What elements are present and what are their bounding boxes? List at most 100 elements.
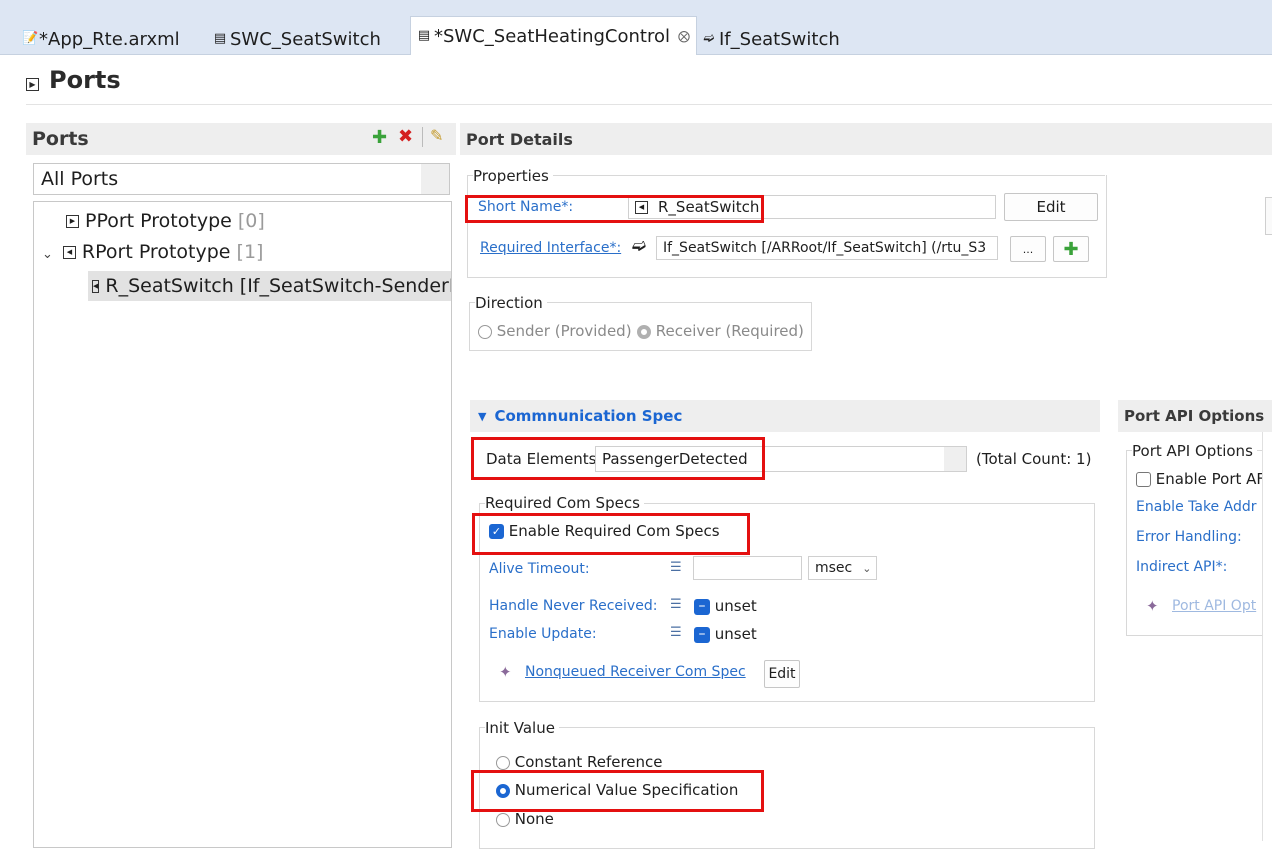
tree-item-pport[interactable]: ▶ PPort Prototype [0] <box>66 210 265 232</box>
tree-item-count: [1] <box>236 241 264 263</box>
close-icon[interactable]: ⨂ <box>678 29 690 43</box>
tab-app-rte[interactable]: 📝 *App_Rte.arxml <box>22 24 180 54</box>
minus-icon: – <box>694 598 710 615</box>
short-name-edit-button[interactable]: Edit <box>1004 193 1098 221</box>
dropdown-arrow[interactable] <box>421 164 449 194</box>
component-icon: ▤ <box>213 31 227 46</box>
handle-never-received-label[interactable]: Handle Never Received: <box>489 598 657 614</box>
radio-icon <box>478 324 492 339</box>
tab-label: SWC_SeatSwitch <box>230 28 381 50</box>
tab-if-seatswitch[interactable]: ➫ If_SeatSwitch <box>702 24 840 54</box>
unit-select[interactable]: msec ⌄ <box>808 556 877 580</box>
communication-spec-title: Commnunication Spec <box>494 407 683 425</box>
collapse-toggle-icon[interactable]: ▶ <box>26 77 39 91</box>
pport-icon: ▶ <box>66 215 79 228</box>
radio-icon <box>637 324 651 339</box>
add-interface-button[interactable]: ✚ <box>1053 236 1089 262</box>
radio-icon <box>496 812 510 827</box>
add-icon[interactable]: ✚ <box>372 127 387 148</box>
edit-icon[interactable]: ✎ <box>430 126 443 145</box>
tree-item-rport[interactable]: ⌄ ◀ RPort Prototype [1] <box>42 241 263 263</box>
indirect-api-label[interactable]: Indirect API*: <box>1136 559 1227 575</box>
sparkle-icon: ✦ <box>1146 597 1159 615</box>
partial-field <box>1265 197 1272 235</box>
port-details-title: Port Details <box>466 129 573 149</box>
nonqueued-receiver-com-spec-link[interactable]: Nonqueued Receiver Com Spec <box>525 664 746 680</box>
highlight-data-elements <box>471 437 765 480</box>
minus-icon: – <box>694 626 710 643</box>
enable-update-toggle[interactable]: – unset <box>694 625 757 643</box>
error-handling-label[interactable]: Error Handling: <box>1136 529 1242 545</box>
arxml-file-icon: 📝 <box>22 31 39 46</box>
ports-panel-title: Ports <box>32 128 89 150</box>
toggle-value: unset <box>714 597 757 615</box>
tree-item-r-seatswitch[interactable]: ◀ R_SeatSwitch [If_SeatSwitch-SenderRe <box>88 271 452 301</box>
init-value-label: Init Value <box>485 719 559 737</box>
enable-update-label[interactable]: Enable Update: <box>489 626 597 642</box>
required-com-specs-label: Required Com Specs <box>485 494 644 512</box>
highlight-short-name <box>465 195 764 223</box>
button-label: ... <box>1022 242 1034 256</box>
dropdown-arrow[interactable] <box>944 447 966 471</box>
divider <box>26 104 1272 105</box>
communication-spec-header[interactable]: ▼ Commnunication Spec <box>470 400 1100 432</box>
radio-label: None <box>514 810 554 828</box>
port-api-options-title: Port API Options <box>1124 407 1265 425</box>
radio-label: Receiver (Required) <box>655 322 804 340</box>
alive-timeout-input[interactable] <box>693 556 802 580</box>
required-interface-field[interactable]: If_SeatSwitch [/ARRoot/If_SeatSwitch] (/… <box>656 236 998 260</box>
direction-receiver-radio[interactable]: Receiver (Required) <box>637 322 804 340</box>
unit-value: msec <box>815 560 853 576</box>
alive-timeout-label[interactable]: Alive Timeout: <box>489 561 590 577</box>
radio-label: Sender (Provided) <box>496 322 632 340</box>
radio-label: Constant Reference <box>514 753 663 771</box>
tab-label: *SWC_SeatHeatingControl <box>434 25 670 47</box>
enable-take-address-label[interactable]: Enable Take Addr <box>1136 499 1262 515</box>
tab-swc-seatheatingcontrol[interactable]: ▤ *SWC_SeatHeatingControl ⨂ <box>410 16 697 55</box>
direction-sender-radio[interactable]: Sender (Provided) <box>478 322 632 340</box>
checkbox-label: Enable Port AF <box>1155 470 1262 488</box>
interface-icon: ➫ <box>632 236 647 256</box>
highlight-enable-com-specs <box>472 513 750 555</box>
tab-label: If_SeatSwitch <box>719 28 840 50</box>
toolbar-divider <box>422 127 423 147</box>
highlight-numerical-value <box>471 770 764 812</box>
port-api-options-link[interactable]: Port API Opt <box>1172 598 1262 614</box>
total-count: (Total Count: 1) <box>976 450 1092 468</box>
list-icon[interactable]: ☰ <box>670 625 682 640</box>
ports-tree: ▶ PPort Prototype [0] ⌄ ◀ RPort Prototype [… <box>33 201 452 848</box>
button-label: Edit <box>768 666 796 682</box>
rport-icon: ◀ <box>62 246 76 259</box>
list-icon[interactable]: ☰ <box>670 560 682 575</box>
chevron-down-icon[interactable]: ⌄ <box>42 247 53 262</box>
port-api-group-label: Port API Options <box>1132 442 1257 460</box>
required-interface-value: If_SeatSwitch [/ARRoot/If_SeatSwitch] (/… <box>663 240 987 256</box>
tree-item-count: [0] <box>237 210 265 232</box>
port-api-options-header: Port API Options <box>1118 400 1272 432</box>
tree-item-label: R_SeatSwitch [If_SeatSwitch-SenderRe <box>105 275 452 297</box>
group-border <box>467 175 1105 176</box>
ports-panel-header: Ports ✚ ✖ ✎ <box>26 123 456 155</box>
tab-label: *App_Rte.arxml <box>39 28 180 50</box>
required-interface-link[interactable]: Required Interface*: <box>480 240 621 256</box>
chevron-down-icon[interactable]: ▼ <box>478 410 486 423</box>
add-icon: ✚ <box>1063 238 1079 260</box>
enable-port-api-checkbox[interactable]: Enable Port AF <box>1136 470 1262 488</box>
page-title-text: Ports <box>49 66 121 94</box>
tab-swc-seatswitch[interactable]: ▤ SWC_SeatSwitch <box>213 24 381 54</box>
properties-group-label: Properties <box>473 167 553 185</box>
init-none-radio[interactable]: None <box>496 810 554 828</box>
list-icon[interactable]: ☰ <box>670 597 682 612</box>
init-constant-reference-radio[interactable]: Constant Reference <box>496 753 663 771</box>
rport-icon: ◀ <box>92 279 100 293</box>
tree-item-label: RPort Prototype <box>81 241 231 263</box>
editor-tab-bar: 📝 *App_Rte.arxml ▤ SWC_SeatSwitch ▤ *SWC… <box>0 0 1272 55</box>
page-title: ▶ Ports <box>26 66 121 94</box>
ports-filter-dropdown[interactable]: All Ports <box>33 163 450 195</box>
handle-never-received-toggle[interactable]: – unset <box>694 597 757 615</box>
component-icon: ▤ <box>417 28 431 43</box>
checkbox-icon <box>1136 472 1151 487</box>
delete-icon[interactable]: ✖ <box>398 126 413 147</box>
browse-button[interactable]: ... <box>1010 236 1046 262</box>
nonqueued-edit-button[interactable]: Edit <box>764 660 800 688</box>
